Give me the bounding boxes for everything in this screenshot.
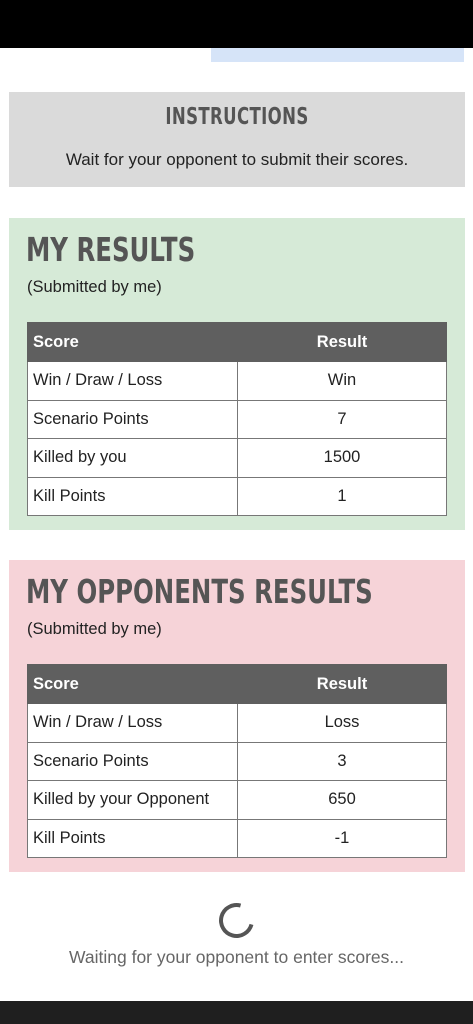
table-header-row: Score Result (27, 664, 447, 704)
table-row: Killed by you 1500 (27, 438, 447, 478)
opponent-results-panel: MY OPPONENTS RESULTS (Submitted by me) S… (9, 560, 465, 872)
result-column-header: Result (237, 322, 447, 362)
score-value: 1 (237, 476, 447, 516)
table-row: Killed by your Opponent 650 (27, 780, 447, 820)
result-column-header: Result (237, 664, 447, 704)
score-label: Killed by your Opponent (27, 780, 238, 820)
my-results-subtitle: (Submitted by me) (27, 278, 162, 296)
score-label: Scenario Points (27, 741, 238, 781)
score-value: -1 (237, 818, 447, 858)
score-label: Killed by you (27, 438, 238, 478)
score-label: Win / Draw / Loss (27, 703, 238, 743)
score-value: 1500 (237, 438, 447, 478)
score-column-header: Score (27, 664, 238, 704)
score-column-header: Score (27, 322, 238, 362)
table-row: Win / Draw / Loss Loss (27, 703, 447, 743)
status-bar (0, 0, 473, 48)
table-header-row: Score Result (27, 322, 447, 362)
instructions-heading: INSTRUCTIONS (165, 104, 309, 130)
my-results-table: Score Result Win / Draw / Loss Win Scena… (27, 322, 447, 516)
instructions-text: Wait for your opponent to submit their s… (65, 150, 409, 169)
navigation-bar (0, 1001, 473, 1024)
score-value: Loss (237, 703, 447, 743)
opponent-results-table: Score Result Win / Draw / Loss Loss Scen… (27, 664, 447, 858)
table-row: Scenario Points 7 (27, 399, 447, 439)
score-label: Kill Points (27, 818, 238, 858)
score-value: 650 (237, 780, 447, 820)
loading-spinner-icon (212, 896, 261, 945)
instructions-panel: INSTRUCTIONS Wait for your opponent to s… (9, 92, 465, 187)
score-label: Win / Draw / Loss (27, 361, 238, 401)
score-label: Kill Points (27, 476, 238, 516)
table-row: Scenario Points 3 (27, 741, 447, 781)
waiting-message: Waiting for your opponent to enter score… (69, 947, 404, 967)
opponent-results-title: MY OPPONENTS RESULTS (26, 572, 373, 611)
score-value: Win (237, 361, 447, 401)
table-row: Kill Points 1 (27, 476, 447, 516)
score-value: 7 (237, 399, 447, 439)
score-value: 3 (237, 741, 447, 781)
my-results-title: MY RESULTS (26, 230, 196, 269)
my-results-panel: MY RESULTS (Submitted by me) Score Resul… (9, 218, 465, 530)
score-label: Scenario Points (27, 399, 238, 439)
table-row: Win / Draw / Loss Win (27, 361, 447, 401)
table-row: Kill Points -1 (27, 818, 447, 858)
opponent-results-subtitle: (Submitted by me) (27, 620, 162, 638)
header-strip (211, 48, 464, 62)
